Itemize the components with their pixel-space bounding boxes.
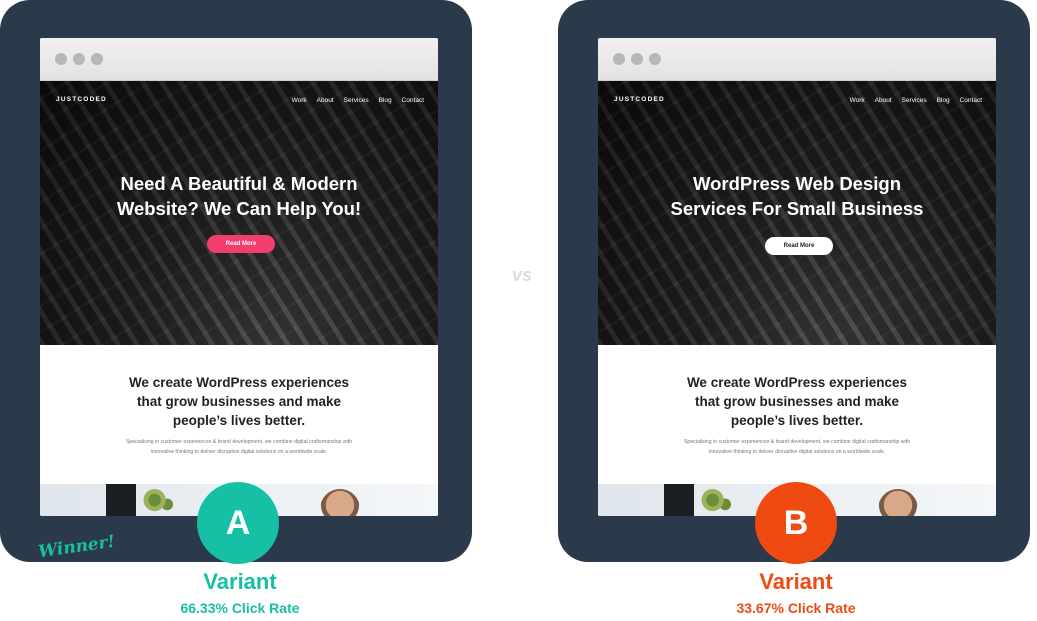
nav-item-contact[interactable]: Contact: [402, 97, 424, 104]
window-dot-icon: [631, 53, 643, 65]
nav-item-about[interactable]: About: [875, 97, 892, 104]
window-dot-icon: [649, 53, 661, 65]
variant-b-result: Variant 33.67% Click Rate: [666, 569, 926, 618]
person-image: [878, 489, 918, 516]
intro-body: Specialising in customer experiences & b…: [125, 437, 353, 457]
headline-line: Need A Beautiful & Modern: [120, 173, 358, 194]
browser-chrome: [40, 38, 438, 81]
hero-section: JUSTCODED Work About Services Blog Conta…: [40, 81, 438, 345]
intro-title-line: We create WordPress experiences: [128, 375, 350, 390]
nav-item-services[interactable]: Services: [902, 97, 927, 104]
intro-title: We create WordPress experiences that gro…: [598, 373, 996, 430]
browser-chrome: [598, 38, 996, 81]
intro-title-line: people’s lives better.: [172, 413, 306, 428]
browser-mockup-a: JUSTCODED Work About Services Blog Conta…: [40, 38, 438, 516]
site-logo[interactable]: JUSTCODED: [614, 96, 665, 103]
variant-b-panel: JUSTCODED Work About Services Blog Conta…: [558, 0, 1030, 562]
intro-section: We create WordPress experiences that gro…: [598, 345, 996, 485]
intro-title-line: We create WordPress experiences: [686, 375, 908, 390]
browser-mockup-b: JUSTCODED Work About Services Blog Conta…: [598, 38, 996, 516]
intro-title-line: that grow businesses and make: [136, 394, 342, 409]
nav-item-services[interactable]: Services: [344, 97, 369, 104]
main-nav: Work About Services Blog Contact: [850, 97, 982, 104]
headline-line: Website? We Can Help You!: [116, 198, 362, 219]
intro-section: We create WordPress experiences that gro…: [40, 345, 438, 485]
nav-item-about[interactable]: About: [317, 97, 334, 104]
intro-body-line: innovative thinking to deliver disruptiv…: [708, 449, 886, 455]
variant-b-click-rate: 33.67% Click Rate: [736, 600, 856, 616]
site-logo[interactable]: JUSTCODED: [56, 96, 107, 103]
intro-body-line: Specialising in customer experiences & b…: [125, 439, 353, 445]
nav-item-blog[interactable]: Blog: [379, 97, 392, 104]
monitor-image: [106, 484, 136, 516]
read-more-button[interactable]: Read More: [207, 235, 275, 253]
versus-mark: vs: [511, 265, 533, 285]
window-dot-icon: [73, 53, 85, 65]
intro-title: We create WordPress experiences that gro…: [40, 373, 438, 430]
nav-item-work[interactable]: Work: [292, 97, 307, 104]
variant-a-result: Variant 66.33% Click Rate: [110, 569, 370, 618]
variant-b-label: Variant: [759, 569, 833, 594]
plant-image: [700, 487, 736, 516]
window-dot-icon: [55, 53, 67, 65]
plant-image: [142, 487, 178, 516]
headline-line: Services For Small Business: [670, 198, 924, 219]
intro-body: Specialising in customer experiences & b…: [683, 437, 911, 457]
variant-a-panel: JUSTCODED Work About Services Blog Conta…: [0, 0, 472, 562]
person-image: [320, 489, 360, 516]
main-nav: Work About Services Blog Contact: [292, 97, 424, 104]
nav-item-work[interactable]: Work: [850, 97, 865, 104]
monitor-image: [664, 484, 694, 516]
hero-section: JUSTCODED Work About Services Blog Conta…: [598, 81, 996, 345]
headline-line: WordPress Web Design: [692, 173, 901, 194]
window-dot-icon: [613, 53, 625, 65]
hero-headline: Need A Beautiful & Modern Website? We Ca…: [40, 171, 438, 221]
read-more-button[interactable]: Read More: [765, 237, 833, 255]
intro-body-line: Specialising in customer experiences & b…: [683, 439, 911, 445]
nav-item-blog[interactable]: Blog: [937, 97, 950, 104]
variant-a-badge: A: [197, 482, 279, 564]
intro-title-line: people’s lives better.: [730, 413, 864, 428]
variant-b-badge: B: [755, 482, 837, 564]
hero-headline: WordPress Web Design Services For Small …: [598, 171, 996, 221]
intro-title-line: that grow businesses and make: [694, 394, 900, 409]
variant-a-label: Variant: [203, 569, 277, 594]
nav-item-contact[interactable]: Contact: [960, 97, 982, 104]
variant-a-click-rate: 66.33% Click Rate: [180, 600, 300, 616]
intro-body-line: innovative thinking to deliver disruptiv…: [150, 449, 328, 455]
window-dot-icon: [91, 53, 103, 65]
